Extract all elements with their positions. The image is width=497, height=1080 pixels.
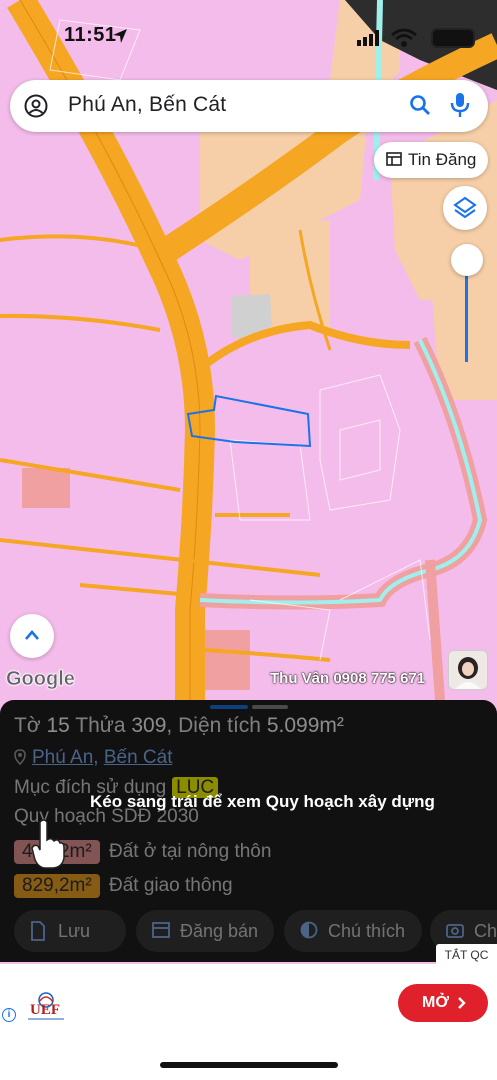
chevron-up-icon — [25, 630, 39, 640]
listings-button-label: Tin Đăng — [408, 150, 477, 169]
chevron-right-icon — [458, 997, 466, 1009]
agent-avatar[interactable] — [448, 650, 488, 690]
ad-banner[interactable]: i UEF MỞ — [0, 964, 497, 1040]
parcel-address: Phú An, Bến Cát — [14, 747, 173, 769]
ward-link[interactable]: Phú An — [32, 747, 93, 768]
layers-icon — [453, 196, 477, 219]
sheet-page-indicator-active — [210, 705, 248, 709]
post-sale-button-label: Đăng bán — [180, 921, 259, 941]
parcel-label: Thửa — [75, 714, 126, 737]
location-arrow-icon — [113, 29, 127, 43]
search-icon[interactable] — [408, 93, 432, 117]
ad-open-button[interactable]: MỞ — [398, 984, 488, 1022]
opacity-slider-handle[interactable] — [451, 244, 483, 276]
area-value: 5.099m² — [266, 714, 344, 737]
search-input[interactable]: Phú An, Bến Cát — [68, 93, 226, 117]
save-button[interactable]: Lưu — [14, 910, 126, 952]
home-indicator[interactable] — [160, 1062, 338, 1068]
parcel-info-sheet[interactable]: Tờ 15 Thửa 309, Diện tích 5.099m² Phú An… — [0, 700, 497, 962]
zone-area-badge: 829,2m² — [14, 874, 100, 898]
battery-icon — [431, 28, 475, 48]
more-action-label: Ch — [474, 921, 497, 941]
ad-brand: UEF — [30, 1002, 60, 1018]
sheet-page-indicator — [252, 705, 288, 709]
ad-open-label: MỞ — [422, 994, 449, 1011]
wifi-icon — [391, 28, 417, 47]
parcel-title: Tờ 15 Thửa 309, Diện tích 5.099m² — [14, 714, 344, 737]
sheet-label: Tờ — [14, 714, 41, 737]
ad-info-icon[interactable]: i — [2, 1008, 16, 1022]
sheet-number: 15 — [46, 714, 70, 737]
post-sale-button[interactable]: Đăng bán — [136, 910, 274, 952]
account-icon[interactable] — [24, 94, 48, 118]
post-sale-icon — [152, 922, 170, 938]
save-button-label: Lưu — [58, 921, 91, 941]
layers-button[interactable] — [443, 186, 487, 230]
district-link[interactable]: Bến Cát — [104, 747, 173, 768]
google-logo: Google — [6, 668, 75, 691]
microphone-icon[interactable] — [450, 92, 470, 118]
swipe-hint-text: Kéo sang trái để xem Quy hoạch xây dựng — [90, 792, 435, 811]
map-pin-icon — [14, 749, 26, 765]
zone-label: Đất ở tại nông thôn — [108, 841, 272, 862]
status-bar: 11:51 — [0, 24, 497, 52]
parcel-number: 309 — [131, 714, 167, 737]
save-icon — [31, 921, 45, 941]
address-separator: , — [93, 747, 99, 768]
opacity-slider-track[interactable] — [465, 262, 468, 362]
expand-up-button[interactable] — [10, 614, 54, 658]
area-label: Diện tích — [178, 714, 261, 737]
camera-icon — [446, 924, 464, 938]
contrast-icon — [300, 921, 318, 939]
hand-pointer-icon — [31, 819, 65, 869]
cellular-signal-icon — [357, 30, 379, 46]
clock: 11:51 — [64, 24, 117, 46]
legend-button[interactable]: Chú thích — [284, 910, 422, 952]
uef-logo: UEF — [22, 988, 70, 1022]
listings-button[interactable]: Tin Đăng — [374, 142, 488, 178]
home-indicator-area — [0, 1040, 497, 1080]
search-bar[interactable]: Phú An, Bến Cát — [10, 80, 488, 132]
close-ads-button[interactable]: TẮT QC — [436, 944, 497, 966]
zone-row: 829,2m² Đất giao thông — [14, 874, 233, 898]
zone-label: Đất giao thông — [108, 875, 233, 896]
agent-contact[interactable]: Thu Vân 0908 775 671 — [270, 670, 425, 687]
listing-icon — [386, 152, 402, 166]
legend-button-label: Chú thích — [328, 921, 406, 941]
